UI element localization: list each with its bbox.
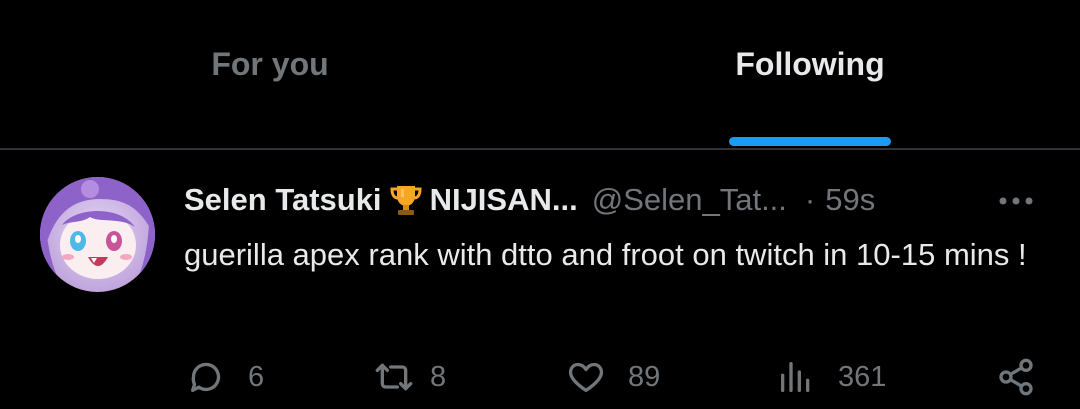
tab-for-you[interactable]: For you	[0, 0, 540, 149]
tweet[interactable]: Selen Tatsuki NIJISAN... @Selen_Tat... ·…	[0, 150, 1080, 409]
display-name[interactable]: Selen Tatsuki	[184, 182, 382, 218]
views-count: 361	[838, 360, 887, 393]
active-tab-indicator	[729, 137, 891, 146]
more-icon[interactable]	[996, 186, 1036, 216]
views-button[interactable]: 361	[776, 352, 886, 402]
reply-icon	[186, 357, 226, 397]
tweet-text: guerilla apex rank with dtto and froot o…	[184, 237, 1027, 272]
repost-icon	[372, 357, 416, 397]
separator-dot: ·	[804, 182, 816, 217]
reply-button[interactable]: 6	[186, 352, 264, 402]
like-button[interactable]: 89	[566, 352, 660, 402]
like-count: 89	[628, 360, 661, 393]
repost-count: 8	[430, 360, 447, 393]
share-button[interactable]	[996, 352, 1036, 402]
avatar-image	[40, 177, 155, 292]
tab-following[interactable]: Following	[540, 0, 1080, 149]
reply-count: 6	[248, 360, 265, 393]
tab-for-you-label: For you	[211, 46, 329, 82]
display-name-suffix[interactable]: NIJISAN...	[430, 182, 578, 218]
repost-button[interactable]: 8	[372, 352, 446, 402]
trophy-icon	[388, 182, 424, 218]
timeline-tabs: For you Following	[0, 0, 1080, 149]
timestamp[interactable]: 59s	[825, 182, 875, 218]
tab-following-label: Following	[735, 46, 885, 82]
heart-icon	[566, 357, 606, 397]
share-icon	[996, 357, 1036, 397]
user-handle[interactable]: @Selen_Tat...	[592, 182, 787, 218]
avatar[interactable]	[40, 177, 155, 292]
tweet-actions: 6 8 89 361	[0, 352, 1080, 402]
views-icon	[776, 357, 816, 397]
tweet-header: Selen Tatsuki NIJISAN... @Selen_Tat... ·…	[184, 180, 875, 220]
app: For you Following Selen Tatsuki NIJISAN.…	[0, 0, 1080, 409]
